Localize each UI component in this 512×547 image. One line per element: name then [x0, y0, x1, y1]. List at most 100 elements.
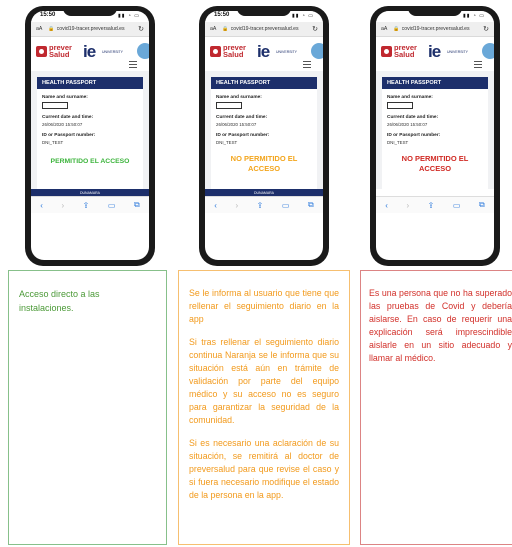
back-arrow-icon[interactable]: ‹	[40, 201, 43, 210]
globe-icon	[482, 43, 494, 59]
forward-arrow-icon[interactable]: ›	[406, 201, 409, 210]
browser-toolbar: ‹ › ⇪ ▭ ⧉	[31, 196, 149, 213]
phone-notch	[408, 6, 462, 16]
page-content: HEALTH PASSPORT Name and surname: Curren…	[31, 71, 149, 189]
text-size-button[interactable]: aA	[210, 26, 216, 32]
preversalud-logo-text: prever Salud	[223, 43, 246, 59]
phone-mockup-orange: 15:50 ▮▮ ◔ ▭ aA 🔒 covid19-tracer.prevers…	[199, 6, 329, 266]
signal-icon: ▮▮ ◔ ▭	[291, 13, 314, 19]
id-label: ID or Passport number:	[42, 133, 96, 138]
hamburger-menu-icon[interactable]	[474, 61, 482, 68]
lock-icon: 🔒	[222, 26, 229, 32]
panel-green-description: Acceso directo a las instalaciones.	[8, 270, 167, 545]
book-icon[interactable]: ▭	[108, 201, 116, 210]
reload-icon[interactable]: ↻	[312, 25, 318, 33]
green-description-text: Acceso directo a las instalaciones.	[19, 289, 100, 313]
date-label: Current date and time:	[387, 115, 439, 120]
hamburger-menu-icon[interactable]	[303, 61, 311, 68]
phone-screen: 15:50 ▮▮ ◔ ▭ aA 🔒 covid19-tracer.prevers…	[205, 11, 323, 260]
health-passport-card: HEALTH PASSPORT Name and surname: Curren…	[37, 77, 143, 189]
red-description-text: Es una persona que no ha superado las pr…	[369, 288, 512, 363]
share-icon[interactable]: ⇪	[428, 201, 435, 210]
phone-notch	[237, 6, 291, 16]
panel-orange-description: Se le informa al usuario que tiene que r…	[178, 270, 350, 545]
health-passport-card: HEALTH PASSPORT Name and surname: Curren…	[382, 77, 488, 189]
ie-university-label: UNIVERSITY	[276, 50, 298, 54]
preversalud-logo-text: prever Salud	[49, 43, 72, 59]
tabs-icon[interactable]: ⧉	[479, 200, 485, 210]
page-content: HEALTH PASSPORT Name and surname: Curren…	[205, 71, 323, 189]
orange-description-p3: Si es necesario una aclaración de su sit…	[189, 438, 339, 500]
date-label: Current date and time:	[216, 115, 268, 120]
name-field	[42, 102, 68, 109]
ie-university-label: UNIVERSITY	[447, 50, 469, 54]
back-arrow-icon[interactable]: ‹	[214, 201, 217, 210]
browser-url-bar[interactable]: aA 🔒 covid19-tracer.preversalud.es ↻	[376, 22, 494, 37]
id-value: DNI_TEST	[216, 140, 238, 145]
browser-url-bar[interactable]: aA 🔒 covid19-tracer.preversalud.es ↻	[31, 22, 149, 37]
date-value: 26/06/2020 15:50:07	[387, 122, 428, 127]
forward-arrow-icon[interactable]: ›	[61, 201, 64, 210]
footer-strip: DUNAMARA	[205, 189, 323, 196]
date-label: Current date and time:	[42, 115, 94, 120]
page-content: HEALTH PASSPORT Name and surname: Curren…	[376, 71, 494, 189]
phone-mockup-green: 15:50 ▮▮ ◔ ▭ aA 🔒 covid19-tracer.prevers…	[25, 6, 155, 266]
name-label: Name and surname:	[387, 95, 433, 100]
reload-icon[interactable]: ↻	[138, 25, 144, 33]
phone-notch	[63, 6, 117, 16]
orange-description-p2: Si tras rellenar el seguimiento diario c…	[189, 337, 339, 425]
site-header: prever Salud ie UNIVERSITY	[31, 37, 149, 71]
name-field	[387, 102, 413, 109]
back-arrow-icon[interactable]: ‹	[385, 201, 388, 210]
hamburger-menu-icon[interactable]	[129, 61, 137, 68]
url-text[interactable]: covid19-tracer.preversalud.es	[231, 26, 313, 32]
preversalud-logo-icon	[381, 46, 392, 57]
phone-mockup-red: ▮▮ ◔ ▭ aA 🔒 covid19-tracer.preversalud.e…	[370, 6, 500, 266]
browser-toolbar: ‹ › ⇪ ▭ ⧉	[376, 196, 494, 213]
text-size-button[interactable]: aA	[36, 26, 42, 32]
browser-toolbar: ‹ › ⇪ ▭ ⧉	[205, 196, 323, 213]
globe-icon	[137, 43, 149, 59]
health-passport-card: HEALTH PASSPORT Name and surname: Curren…	[211, 77, 317, 189]
phone-screen: 15:50 ▮▮ ◔ ▭ aA 🔒 covid19-tracer.prevers…	[31, 11, 149, 260]
ie-university-label: UNIVERSITY	[102, 50, 124, 54]
signal-icon: ▮▮ ◔ ▭	[462, 13, 485, 19]
ie-logo: ie	[428, 42, 441, 61]
name-label: Name and surname:	[42, 95, 88, 100]
url-text[interactable]: covid19-tracer.preversalud.es	[57, 26, 139, 32]
forward-arrow-icon[interactable]: ›	[235, 201, 238, 210]
share-icon[interactable]: ⇪	[257, 201, 264, 210]
panel-red-description: Es una persona que no ha superado las pr…	[360, 270, 512, 545]
ie-logo: ie	[257, 42, 270, 61]
tabs-icon[interactable]: ⧉	[308, 200, 314, 210]
tabs-icon[interactable]: ⧉	[134, 200, 140, 210]
preversalud-logo-icon	[210, 46, 221, 57]
name-field	[216, 102, 242, 109]
preversalud-logo-icon	[36, 46, 47, 57]
globe-icon	[311, 43, 323, 59]
footer-strip: DUNAMARA	[31, 189, 149, 196]
date-value: 26/06/2020 15:50:07	[216, 122, 257, 127]
card-title: HEALTH PASSPORT	[37, 77, 143, 89]
lock-icon: 🔒	[393, 26, 400, 32]
access-status: NO PERMITIDO EL ACCESO	[230, 154, 298, 173]
url-text[interactable]: covid19-tracer.preversalud.es	[402, 26, 484, 32]
phone-screen: ▮▮ ◔ ▭ aA 🔒 covid19-tracer.preversalud.e…	[376, 11, 494, 260]
site-header: prever Salud ie UNIVERSITY	[205, 37, 323, 71]
book-icon[interactable]: ▭	[453, 201, 461, 210]
date-value: 26/06/2020 15:50:07	[42, 122, 83, 127]
access-status: PERMITIDO EL ACCESO	[50, 158, 130, 165]
id-label: ID or Passport number:	[387, 133, 441, 138]
text-size-button[interactable]: aA	[381, 26, 387, 32]
card-title: HEALTH PASSPORT	[382, 77, 488, 89]
status-time: 15:50	[214, 12, 230, 18]
signal-icon: ▮▮ ◔ ▭	[117, 13, 140, 19]
id-label: ID or Passport number:	[216, 133, 270, 138]
book-icon[interactable]: ▭	[282, 201, 290, 210]
ie-logo: ie	[83, 42, 96, 61]
preversalud-logo-text: prever Salud	[394, 43, 417, 59]
id-value: DNI_TEST	[387, 140, 409, 145]
share-icon[interactable]: ⇪	[83, 201, 90, 210]
browser-url-bar[interactable]: aA 🔒 covid19-tracer.preversalud.es ↻	[205, 22, 323, 37]
reload-icon[interactable]: ↻	[483, 25, 489, 33]
